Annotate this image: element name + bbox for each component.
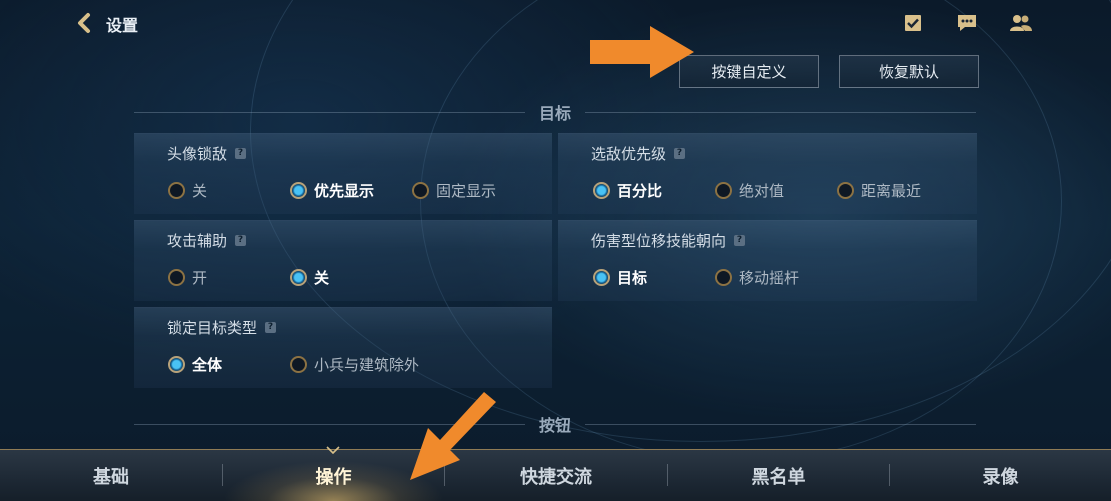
setting-title: 伤害型位移技能朝向 ? (591, 230, 746, 251)
avatar-lock-option-off[interactable]: 关 (168, 180, 207, 201)
custom-keys-button[interactable]: 按键自定义 (679, 55, 819, 88)
help-icon[interactable]: ? (734, 235, 746, 246)
option-label: 开 (192, 269, 208, 287)
attack-assist-option-on[interactable]: 开 (168, 267, 207, 288)
lock-target-type-title: 锁定目标类型 (167, 319, 258, 337)
friends-icon (1010, 15, 1032, 31)
back-chevron-icon (78, 13, 90, 33)
enemy-priority-option-nearest[interactable]: 距离最近 (837, 180, 921, 201)
help-icon[interactable]: ? (235, 235, 247, 246)
divider (134, 423, 525, 425)
radio-button-selected[interactable] (168, 356, 185, 373)
tab-operation[interactable]: 操作 (223, 450, 444, 501)
option-label: 固定显示 (436, 182, 497, 200)
restore-default-button[interactable]: 恢复默认 (839, 55, 979, 88)
option-label: 关 (192, 182, 208, 200)
option-label: 目标 (617, 269, 648, 287)
friends-button[interactable] (1008, 11, 1034, 35)
option-label: 百分比 (617, 182, 663, 200)
option-label: 全体 (192, 356, 223, 374)
enemy-priority-option-absolute[interactable]: 绝对值 (715, 180, 784, 201)
task-button[interactable] (900, 11, 926, 35)
enemy-priority-panel: 选敌优先级 ? 百分比 绝对值 距离最近 (558, 133, 977, 214)
divider (585, 111, 977, 113)
back-button[interactable] (72, 10, 98, 36)
damage-skill-direction-option-target[interactable]: 目标 (593, 267, 647, 288)
setting-title: 锁定目标类型 ? (167, 317, 277, 338)
lock-target-type-option-exclude[interactable]: 小兵与建筑除外 (290, 354, 419, 375)
divider (585, 423, 977, 425)
radio-button[interactable] (715, 182, 732, 199)
radio-button-selected[interactable] (593, 269, 610, 286)
radio-button[interactable] (290, 356, 307, 373)
section-title-buttons: 按钮 (539, 416, 572, 435)
option-label: 小兵与建筑除外 (314, 356, 420, 374)
setting-title: 头像锁敌 ? (167, 143, 247, 164)
avatar-lock-title: 头像锁敌 (167, 145, 228, 163)
attack-assist-title: 攻击辅助 (167, 232, 228, 250)
radio-button-selected[interactable] (290, 182, 307, 199)
attack-assist-option-off[interactable]: 关 (290, 267, 329, 288)
section-title-target: 目标 (539, 104, 572, 123)
option-label: 绝对值 (739, 182, 785, 200)
option-label: 优先显示 (314, 182, 375, 200)
radio-button[interactable] (412, 182, 429, 199)
damage-skill-direction-title: 伤害型位移技能朝向 (591, 232, 727, 250)
section-header-buttons: 按钮 (134, 414, 977, 435)
avatar-lock-option-fixed[interactable]: 固定显示 (412, 180, 496, 201)
tab-basic[interactable]: 基础 (0, 450, 222, 501)
checklist-icon (905, 15, 921, 31)
help-icon[interactable]: ? (235, 148, 247, 159)
chat-bubble-icon (958, 15, 976, 31)
chat-button[interactable] (954, 11, 980, 35)
avatar-lock-option-priority[interactable]: 优先显示 (290, 180, 374, 201)
option-label: 移动摇杆 (739, 269, 800, 287)
active-tab-marker-icon (326, 446, 340, 454)
divider (134, 111, 525, 113)
option-label: 关 (314, 269, 330, 287)
tab-blacklist[interactable]: 黑名单 (668, 450, 889, 501)
setting-title: 攻击辅助 ? (167, 230, 247, 251)
radio-button[interactable] (715, 269, 732, 286)
tab-replay[interactable]: 录像 (890, 450, 1111, 501)
setting-title: 选敌优先级 ? (591, 143, 686, 164)
damage-skill-direction-option-joystick[interactable]: 移动摇杆 (715, 267, 799, 288)
lock-target-type-panel: 锁定目标类型 ? 全体 小兵与建筑除外 (134, 307, 552, 388)
radio-button[interactable] (168, 182, 185, 199)
radio-button[interactable] (168, 269, 185, 286)
bottom-tab-bar: 基础 操作 快捷交流 黑名单 录像 (0, 449, 1111, 501)
radio-button[interactable] (837, 182, 854, 199)
page-title: 设置 (106, 16, 139, 35)
help-icon[interactable]: ? (674, 148, 686, 159)
radio-button-selected[interactable] (290, 269, 307, 286)
enemy-priority-option-percent[interactable]: 百分比 (593, 180, 662, 201)
section-header-target: 目标 (134, 102, 977, 123)
avatar-lock-panel: 头像锁敌 ? 关 优先显示 固定显示 (134, 133, 552, 214)
help-icon[interactable]: ? (265, 322, 277, 333)
radio-button-selected[interactable] (593, 182, 610, 199)
enemy-priority-title: 选敌优先级 (591, 145, 667, 163)
lock-target-type-option-all[interactable]: 全体 (168, 354, 222, 375)
option-label: 距离最近 (861, 182, 922, 200)
damage-skill-direction-panel: 伤害型位移技能朝向 ? 目标 移动摇杆 (558, 220, 977, 301)
attack-assist-panel: 攻击辅助 ? 开 关 (134, 220, 552, 301)
tab-quick-chat[interactable]: 快捷交流 (445, 450, 667, 501)
